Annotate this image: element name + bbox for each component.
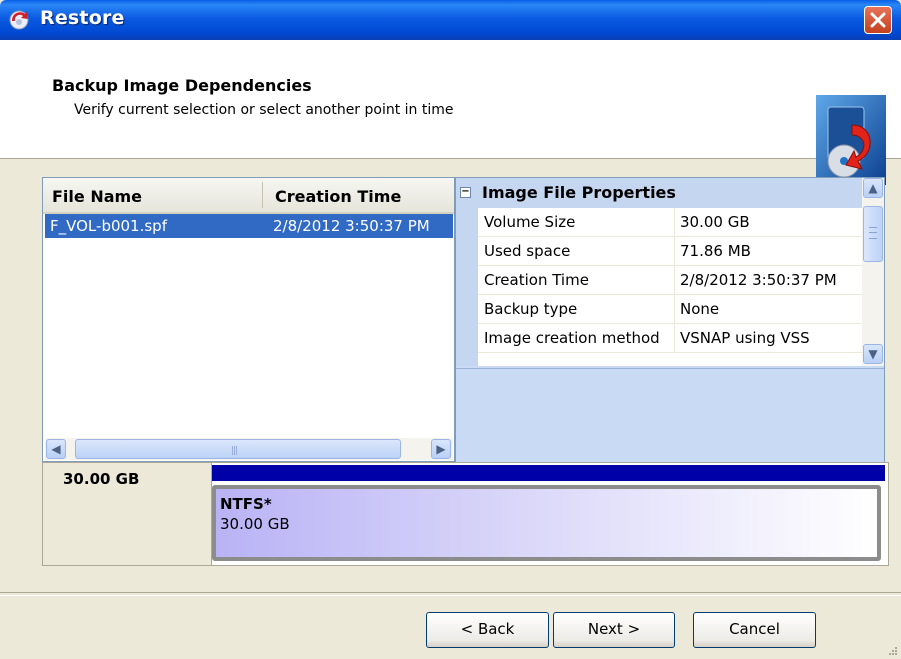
property-row[interactable]: Image creation method VSNAP using VSS: [478, 324, 862, 353]
table-row[interactable]: F_VOL-b001.spf 2/8/2012 3:50:37 PM: [45, 214, 453, 238]
property-value: None: [674, 295, 862, 323]
property-row-partial[interactable]: [478, 353, 862, 366]
column-header-creation-time[interactable]: Creation Time: [275, 187, 401, 206]
property-value: 71.86 MB: [674, 237, 862, 265]
grip-icon: |||: [231, 446, 238, 456]
disk-size: 30.00 GB: [63, 470, 140, 488]
chevron-up-icon: ▲: [868, 181, 878, 195]
title-bar: Restore: [0, 0, 901, 40]
property-row[interactable]: Creation Time 2/8/2012 3:50:37 PM: [478, 266, 862, 295]
page-title: Backup Image Dependencies: [52, 76, 312, 95]
property-description-area: [456, 368, 884, 464]
chevron-down-icon: ▼: [868, 347, 878, 361]
next-button[interactable]: Next >: [553, 612, 675, 648]
category-label: Image File Properties: [482, 183, 676, 202]
restore-disc-icon: [816, 95, 886, 185]
partition-filesystem: NTFS*: [220, 495, 272, 513]
disk-bar: [212, 465, 885, 481]
property-row[interactable]: Backup type None: [478, 295, 862, 324]
grid-gutter: [456, 208, 478, 366]
disk-map: 30.00 GB NTFS* 30.00 GB: [42, 462, 889, 566]
property-grid[interactable]: − Image File Properties Volume Size 30.0…: [456, 178, 862, 366]
scroll-up-button[interactable]: ▲: [863, 178, 883, 198]
cancel-button[interactable]: Cancel: [693, 612, 816, 648]
collapse-icon[interactable]: −: [460, 187, 471, 198]
back-button[interactable]: < Back: [426, 612, 549, 648]
property-row[interactable]: Volume Size 30.00 GB: [478, 208, 862, 237]
property-name: Creation Time: [484, 271, 589, 289]
property-name: Image creation method: [484, 329, 660, 347]
image-file-properties: − Image File Properties Volume Size 30.0…: [455, 177, 885, 464]
page-subtitle: Verify current selection or select anoth…: [74, 102, 454, 118]
chevron-right-icon: ▶: [436, 442, 446, 456]
cell-creation-time: 2/8/2012 3:50:37 PM: [273, 217, 430, 235]
list-header: File Name Creation Time: [43, 178, 454, 214]
horizontal-scrollbar[interactable]: ◀ ||| ▶: [45, 438, 453, 460]
scroll-left-button[interactable]: ◀: [46, 439, 66, 459]
scroll-right-button[interactable]: ▶: [431, 439, 451, 459]
backup-file-list[interactable]: File Name Creation Time F_VOL-b001.spf 2…: [42, 177, 455, 462]
disk-info: 30.00 GB: [43, 463, 212, 565]
property-category[interactable]: − Image File Properties: [456, 178, 862, 208]
column-divider[interactable]: [262, 182, 263, 208]
grip-icon: [869, 227, 877, 239]
close-icon: [870, 12, 886, 28]
property-name: Used space: [484, 242, 571, 260]
partition-size: 30.00 GB: [220, 515, 290, 533]
property-value: 2/8/2012 3:50:37 PM: [674, 266, 862, 294]
property-name: Backup type: [484, 300, 578, 318]
window-title: Restore: [40, 7, 125, 29]
property-name: Volume Size: [484, 213, 576, 231]
property-value: VSNAP using VSS: [674, 324, 862, 352]
column-header-file-name[interactable]: File Name: [52, 187, 142, 206]
scroll-thumb[interactable]: |||: [75, 439, 401, 459]
restore-wizard-icon: [9, 10, 29, 30]
close-button[interactable]: [864, 6, 892, 34]
scroll-thumb[interactable]: [863, 206, 883, 262]
chevron-left-icon: ◀: [51, 442, 61, 456]
resize-grip-icon[interactable]: [886, 644, 898, 656]
partition-block[interactable]: NTFS* 30.00 GB: [212, 485, 881, 561]
wizard-header: Backup Image Dependencies Verify current…: [0, 40, 901, 185]
footer-divider: [0, 592, 901, 596]
cell-file-name: F_VOL-b001.spf: [50, 217, 167, 235]
scroll-down-button[interactable]: ▼: [863, 344, 883, 364]
property-row[interactable]: Used space 71.86 MB: [478, 237, 862, 266]
vertical-scrollbar[interactable]: ▲ ▼: [862, 178, 884, 366]
property-value: 30.00 GB: [674, 208, 862, 236]
